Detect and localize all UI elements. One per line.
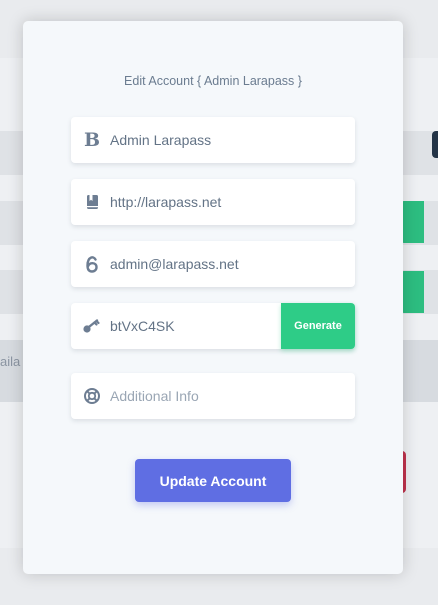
bookmark-icon: [81, 190, 103, 214]
bold-b-icon: B: [83, 128, 101, 151]
additional-info-input[interactable]: Additional Info: [110, 388, 199, 404]
background-green-button: [400, 271, 424, 313]
key-icon: [81, 314, 103, 338]
email-at-icon: [81, 252, 103, 276]
update-account-button[interactable]: Update Account: [135, 459, 291, 502]
account-url-value[interactable]: http://larapass.net: [110, 194, 221, 210]
additional-info-field[interactable]: Additional Info: [71, 373, 355, 419]
account-email-value[interactable]: admin@larapass.net: [110, 256, 239, 272]
account-name-value[interactable]: Admin Larapass: [110, 132, 211, 148]
account-name-field[interactable]: B Admin Larapass: [71, 117, 355, 163]
background-partial-text: aila: [0, 354, 21, 369]
life-ring-icon: [81, 384, 103, 408]
account-email-field[interactable]: admin@larapass.net: [71, 241, 355, 287]
background-dark-button: [432, 131, 438, 158]
background-green-button: [400, 201, 424, 243]
account-password-value[interactable]: btVxC4SK: [110, 318, 175, 334]
account-password-field[interactable]: btVxC4SK Generate: [71, 303, 355, 349]
account-url-field[interactable]: http://larapass.net: [71, 179, 355, 225]
modal-title: Edit Account { Admin Larapass }: [124, 74, 302, 88]
generate-password-button[interactable]: Generate: [281, 303, 355, 349]
edit-account-modal: Edit Account { Admin Larapass } B Admin …: [23, 21, 403, 574]
